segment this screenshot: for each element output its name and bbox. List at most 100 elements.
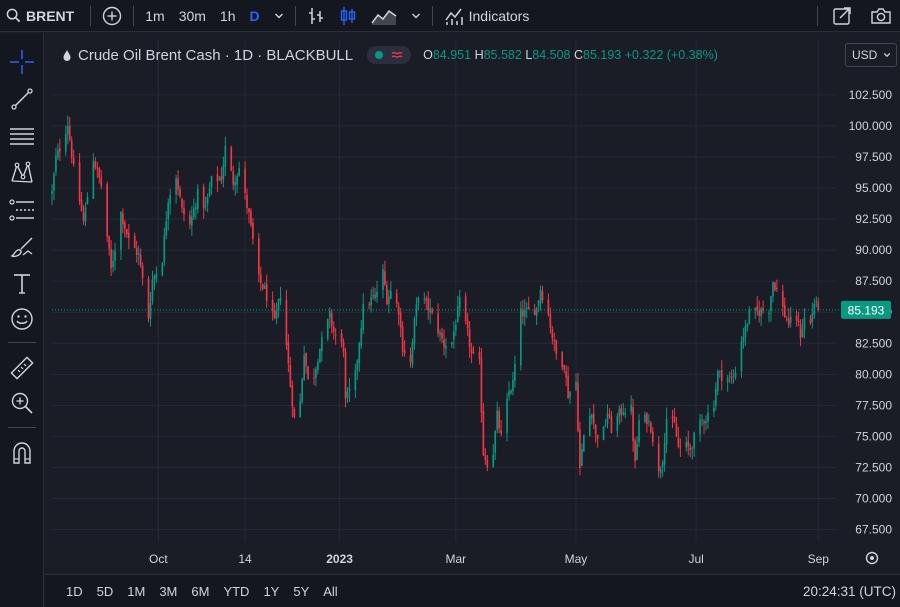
candle-body — [535, 307, 538, 317]
candle-body — [740, 342, 743, 372]
candle-body — [151, 279, 154, 302]
candle — [275, 302, 278, 325]
candle — [244, 161, 246, 200]
candle-body — [537, 301, 540, 307]
high-value: 85.582 — [483, 48, 522, 62]
candle-body — [456, 306, 459, 323]
candle-body — [114, 250, 116, 261]
candle — [486, 455, 489, 472]
ohlc-values: O84.951 H85.582 L84.508 C85.193 +0.322 (… — [423, 48, 718, 62]
utc-clock[interactable]: 20:24:31 (UTC) — [803, 575, 896, 607]
candle — [70, 136, 73, 164]
candle — [787, 308, 790, 329]
candle — [179, 185, 181, 199]
candle — [815, 296, 818, 308]
candle — [401, 321, 404, 357]
candle — [754, 307, 757, 320]
candle-body — [388, 296, 390, 305]
candle — [801, 318, 804, 338]
candle — [340, 329, 343, 348]
candle-body — [397, 305, 400, 315]
candle — [224, 136, 227, 176]
candle — [551, 325, 554, 345]
candle-body — [372, 295, 374, 297]
candle-body — [787, 318, 790, 325]
range-all[interactable]: All — [316, 584, 344, 599]
candle-body — [224, 145, 227, 167]
last-price-label: 85.193 — [848, 303, 885, 317]
price-axis[interactable]: 67.500 70.000 72.500 75.000 77.500 80.000 82.5… — [841, 88, 892, 537]
candle — [638, 414, 640, 448]
candle-body — [344, 352, 347, 399]
currency-selector[interactable]: USD — [845, 43, 897, 67]
candle-body — [661, 462, 664, 468]
candle — [797, 311, 800, 327]
candle-body — [555, 340, 558, 355]
price-chart[interactable]: 67.500 70.000 72.500 75.000 77.500 80.000 82.5… — [0, 0, 900, 607]
candle — [155, 266, 158, 283]
candle-body — [328, 311, 331, 318]
candle — [651, 427, 654, 447]
range-3m[interactable]: 3M — [152, 584, 184, 599]
candle-body — [273, 310, 276, 318]
price-tick-label: 80.000 — [855, 367, 892, 381]
candle-body — [776, 287, 778, 289]
candle — [679, 438, 682, 458]
candle-body — [120, 212, 122, 250]
candle-body — [634, 440, 636, 462]
candle-body — [55, 155, 57, 172]
candle — [368, 302, 370, 310]
time-axis[interactable]: Oct 14 2023 Mar May Jul Sep — [149, 552, 829, 566]
candle — [66, 115, 69, 145]
candle — [332, 321, 335, 340]
candle-body — [250, 210, 252, 225]
candle — [342, 338, 345, 358]
candle-body — [321, 337, 323, 352]
candle-body — [774, 282, 776, 291]
range-5y[interactable]: 5Y — [286, 584, 316, 599]
candle — [326, 318, 329, 342]
candle — [809, 314, 812, 326]
candle — [606, 404, 609, 429]
range-5d[interactable]: 5D — [90, 584, 121, 599]
range-1d[interactable]: 1D — [59, 584, 90, 599]
price-tick-label: 92.500 — [855, 212, 892, 226]
candle — [579, 421, 581, 476]
candle-body — [561, 351, 564, 368]
candle — [699, 413, 701, 442]
time-tick-label: Mar — [445, 552, 466, 566]
candle — [620, 404, 623, 423]
candle — [328, 307, 331, 329]
range-6m[interactable]: 6M — [184, 584, 216, 599]
candle-body — [395, 293, 398, 304]
candle — [659, 466, 662, 479]
candle-body — [439, 332, 441, 335]
candle — [204, 196, 207, 211]
candle — [742, 327, 745, 349]
range-1m[interactable]: 1M — [120, 584, 152, 599]
candle — [273, 303, 276, 320]
candle — [746, 323, 749, 332]
candle — [466, 312, 469, 337]
candle — [781, 284, 784, 317]
candle-body — [169, 195, 172, 204]
candle-body — [342, 341, 345, 353]
candle-body — [644, 414, 646, 422]
range-ytd[interactable]: YTD — [216, 584, 256, 599]
close-value: 85.193 — [583, 48, 622, 62]
candle-body — [665, 418, 668, 445]
candle-body — [691, 448, 694, 450]
candle-body — [252, 222, 254, 240]
candle — [636, 436, 638, 461]
candle-body — [781, 290, 784, 307]
candle-body — [519, 308, 522, 366]
legend-badge[interactable] — [367, 46, 412, 64]
chart-settings-button[interactable] — [865, 551, 879, 565]
candle — [813, 298, 816, 319]
candle — [671, 409, 674, 429]
low-value: 84.508 — [532, 48, 571, 62]
candle — [506, 392, 508, 442]
range-1y[interactable]: 1Y — [256, 584, 286, 599]
candle — [265, 274, 268, 308]
candle — [82, 205, 85, 226]
